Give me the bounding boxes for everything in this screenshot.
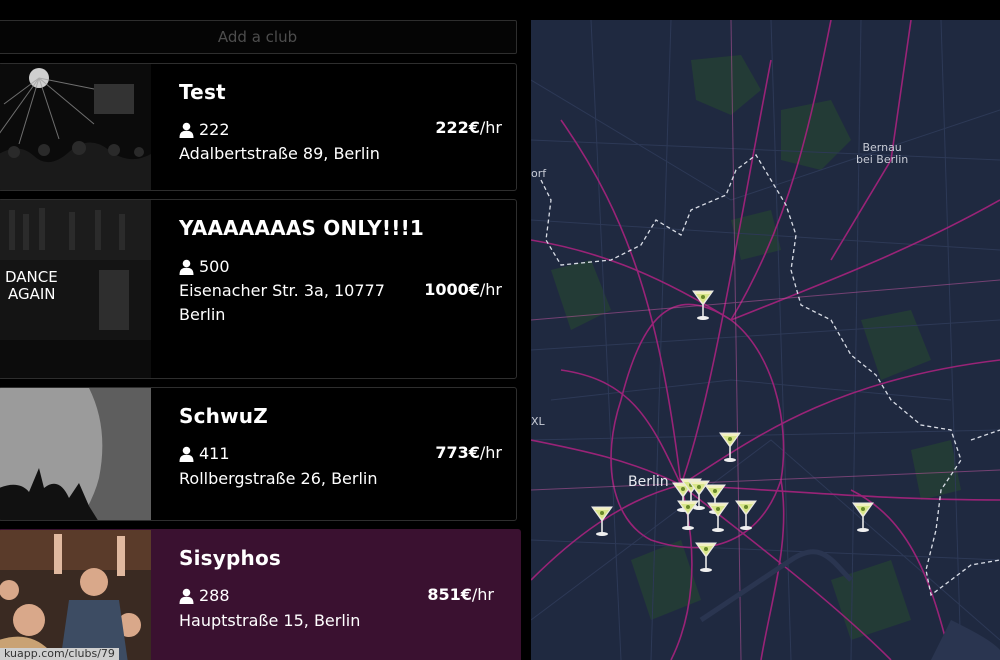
status-bar-url: kuapp.com/clubs/79 [0, 648, 119, 660]
map-label-berlin: Berlin [628, 474, 669, 490]
thumb-text-again: AGAIN [8, 285, 56, 303]
club-price: 1000€/hr [424, 280, 502, 299]
map-label-bernau: Bernau bei Berlin [856, 141, 909, 166]
map-view[interactable]: Bernau bei Berlin Berlin orf XL [531, 20, 1000, 660]
club-thumbnail [0, 388, 151, 520]
club-price: 851€/hr [427, 585, 494, 604]
capacity-value: 288 [199, 586, 230, 605]
capacity-value: 500 [199, 257, 230, 276]
thumb-text-dance: DANCE [5, 268, 58, 286]
price-unit: /hr [479, 118, 502, 137]
club-address: Adalbertstraße 89, Berlin [179, 144, 380, 163]
add-club-label: Add a club [217, 28, 298, 46]
martini-glass-icon[interactable] [706, 500, 730, 536]
club-name: SchwuZ [179, 404, 268, 428]
club-address: Rollbergstraße 26, Berlin [179, 469, 378, 488]
price-unit: /hr [479, 280, 502, 299]
person-icon [179, 122, 194, 138]
martini-glass-icon[interactable] [676, 498, 700, 534]
martini-glass-icon[interactable] [851, 500, 875, 536]
martini-glass-icon[interactable] [718, 430, 742, 466]
price-value: 222€ [435, 118, 480, 137]
club-capacity: 222 [179, 120, 230, 139]
map-canvas [531, 20, 1000, 660]
club-card-sisyphos[interactable]: Sisyphos 288 Hauptstraße 15, Berlin 851€… [0, 529, 521, 660]
capacity-value: 222 [199, 120, 230, 139]
club-thumbnail [0, 530, 151, 660]
club-list-panel: Add a club Test 222 Adalbertstraße 89, B… [0, 0, 531, 660]
club-name: Sisyphos [179, 546, 282, 570]
price-value: 1000€ [424, 280, 480, 299]
club-card-test[interactable]: Test 222 Adalbertstraße 89, Berlin 222€/… [0, 63, 517, 191]
club-address: Eisenacher Str. 3a, 10777 Berlin [179, 281, 385, 324]
map-label-edge-orf: orf [531, 167, 547, 180]
club-thumbnail: DANCE AGAIN [0, 200, 151, 378]
club-card-schwuz[interactable]: SchwuZ 411 Rollbergstraße 26, Berlin 773… [0, 387, 517, 521]
club-name: Test [179, 80, 226, 104]
club-price: 773€/hr [435, 443, 502, 462]
club-address: Hauptstraße 15, Berlin [179, 611, 361, 630]
capacity-value: 411 [199, 444, 230, 463]
martini-glass-icon[interactable] [734, 498, 758, 534]
price-value: 851€ [427, 585, 472, 604]
club-capacity: 500 [179, 257, 230, 276]
map-label-edge-xl: XL [531, 415, 545, 428]
price-unit: /hr [471, 585, 494, 604]
person-icon [179, 446, 194, 462]
martini-glass-icon[interactable] [694, 540, 718, 576]
club-price: 222€/hr [435, 118, 502, 137]
price-unit: /hr [479, 443, 502, 462]
martini-glass-icon[interactable] [691, 288, 715, 324]
person-icon [179, 588, 194, 604]
club-thumbnail [0, 64, 151, 190]
club-name: YAAAAAAAS ONLY!!!1 [179, 216, 425, 240]
add-club-button[interactable]: Add a club [0, 20, 517, 54]
person-icon [179, 259, 194, 275]
club-card-yaaaaaaas-only[interactable]: DANCE AGAIN YAAAAAAAS ONLY!!!1 500 Eisen… [0, 199, 517, 379]
martini-glass-icon[interactable] [590, 504, 614, 540]
club-capacity: 288 [179, 586, 230, 605]
price-value: 773€ [435, 443, 480, 462]
club-capacity: 411 [179, 444, 230, 463]
